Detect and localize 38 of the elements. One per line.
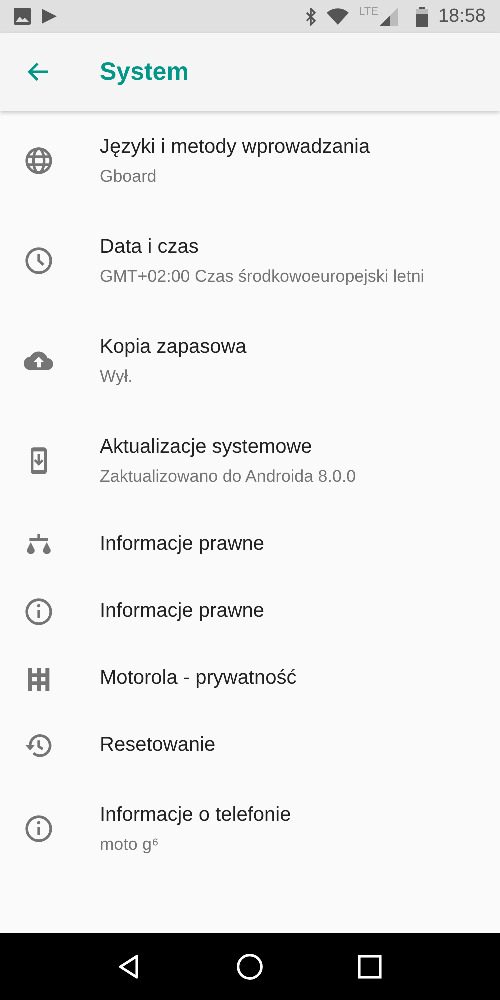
item-title: Aktualizacje systemowe [100, 436, 314, 458]
bluetooth-icon [305, 8, 318, 26]
info-icon [23, 596, 55, 628]
item-title: Data i czas [100, 236, 200, 258]
item-title: Motorola - prywatność [100, 667, 297, 690]
item-title: Informacje prawne [100, 533, 265, 556]
settings-item[interactable]: Resetowanie [0, 712, 500, 779]
settings-item[interactable]: Data i czas GMT+02:00 Czas środkowoeuropejski letni [0, 211, 500, 311]
item-subtitle: Wył. [100, 366, 134, 386]
settings-item[interactable]: Motorola - prywatność [0, 645, 500, 712]
settings-item[interactable]: Informacje prawne [0, 511, 500, 578]
item-title: Informacje prawne [100, 600, 265, 623]
item-subtitle: Zaktualizowano do Androida 8.0.0 [100, 466, 356, 486]
signal-icon [380, 8, 398, 26]
screen-title: System [100, 58, 189, 86]
item-subtitle: GMT+02:00 Czas środkowoeuropejski letni [100, 266, 425, 286]
network-type: LTE [359, 6, 378, 18]
settings-item[interactable]: Informacje o telefonie moto g⁶ [0, 779, 500, 879]
item-subtitle: Gboard [100, 166, 158, 186]
settings-item[interactable]: Języki i metody wprowadzania Gboard [0, 111, 500, 211]
settings-item[interactable]: Informacje prawne [0, 578, 500, 645]
globe-icon [23, 145, 55, 177]
item-title: Języki i metody wprowadzania [100, 136, 370, 158]
settings-item[interactable]: Aktualizacje systemowe Zaktualizowano do Androida 8.0.0 [0, 411, 500, 511]
item-title: Kopia zapasowa [100, 336, 247, 358]
clock-icon [23, 245, 55, 277]
play-triangle-icon [41, 8, 58, 25]
battery-icon [416, 6, 428, 26]
settings-item[interactable]: Kopia zapasowa Wył. [0, 311, 500, 411]
item-subtitle: moto g⁶ [100, 834, 160, 854]
wifi-icon [327, 8, 350, 25]
recents-button[interactable] [356, 952, 384, 980]
item-title: Resetowanie [100, 734, 216, 757]
info-icon [23, 813, 55, 845]
item-title: Informacje o telefonie [100, 804, 292, 826]
image-icon [14, 8, 31, 25]
home-button[interactable] [236, 952, 264, 980]
clock-time: 18:58 [438, 6, 486, 28]
